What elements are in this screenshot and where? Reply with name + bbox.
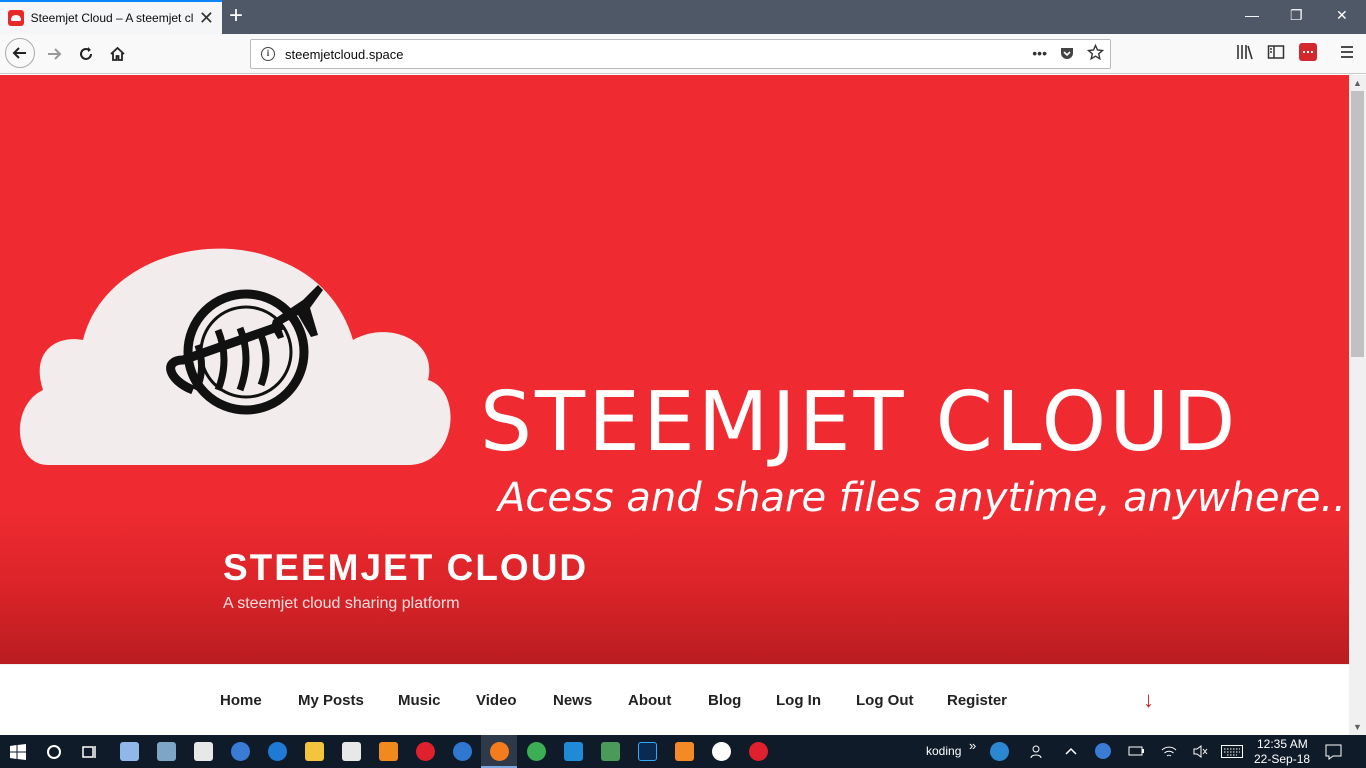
bookmark-star-icon[interactable] [1087, 44, 1104, 61]
menu-item-log-in[interactable]: Log In [776, 692, 821, 709]
scroll-up-icon[interactable]: ▲ [1349, 75, 1366, 91]
address-bar[interactable]: i steemjetcloud.space ••• [250, 39, 1111, 69]
site-description: A steemjet cloud sharing platform [223, 595, 460, 612]
xampp-icon[interactable] [675, 742, 694, 761]
header-hero-banner: STEEMJET CLOUD Acess and share files any… [0, 75, 1349, 664]
help-icon[interactable] [990, 742, 1009, 761]
main-navigation-menu: Home My Posts Music Video News About Blo… [0, 664, 1349, 735]
page-actions-icon[interactable]: ••• [1032, 45, 1047, 61]
windows-start-icon[interactable] [10, 744, 26, 760]
store-icon[interactable] [342, 742, 361, 761]
new-tab-button[interactable]: + [229, 3, 243, 29]
opera-gx-icon[interactable] [749, 742, 768, 761]
site-info-icon[interactable]: i [261, 47, 275, 61]
pocket-icon[interactable] [1059, 45, 1075, 61]
brand-tagline: Acess and share files anytime, anywhere.… [498, 475, 1346, 521]
clock-date[interactable]: 22-Sep-18 [1254, 752, 1310, 766]
arrow-right-icon [48, 48, 62, 60]
reload-icon [80, 47, 92, 60]
home-button[interactable] [103, 40, 131, 68]
menu-item-video[interactable]: Video [476, 692, 517, 709]
menu-item-home[interactable]: Home [220, 692, 262, 709]
chevron-up-icon[interactable] [1064, 745, 1078, 757]
scroll-down-icon[interactable]: ▼ [1349, 719, 1366, 735]
network-globe-icon[interactable] [231, 742, 250, 761]
firefox-icon[interactable] [490, 742, 509, 761]
extension-button[interactable] [1299, 43, 1317, 61]
browser-titlebar: Steemjet Cloud – A steemjet cl ✕ + — ❐ ✕ [0, 0, 1366, 34]
library-icon [1237, 45, 1253, 60]
wifi-icon[interactable] [1161, 744, 1177, 759]
forward-button[interactable] [40, 40, 68, 68]
sidebar-button[interactable] [1267, 44, 1285, 60]
navigation-toolbar: i steemjetcloud.space ••• [0, 34, 1366, 74]
cloud-logo-icon [19, 248, 451, 465]
mail-icon[interactable] [194, 742, 213, 761]
notepad-icon[interactable] [120, 742, 139, 761]
task-view-icon[interactable] [81, 744, 98, 760]
site-favicon-icon [8, 10, 24, 26]
keyboard-icon[interactable] [1221, 745, 1243, 758]
home-icon [109, 46, 125, 61]
page-scrollbar[interactable]: ▲ ▼ [1349, 75, 1366, 735]
photoshop-icon[interactable] [638, 742, 657, 761]
brand-logo-text: STEEMJET CLOUD [480, 375, 1239, 470]
tray-app-icon[interactable] [1095, 743, 1111, 759]
vlc-icon[interactable] [379, 742, 398, 761]
arrow-left-icon [12, 47, 26, 59]
menu-item-register[interactable]: Register [947, 692, 1007, 709]
photo-viewer-icon[interactable] [601, 742, 620, 761]
minimize-button[interactable]: — [1245, 7, 1259, 23]
site-title[interactable]: STEEMJET CLOUD [223, 547, 588, 589]
toolbar-expand-icon[interactable]: » [969, 738, 976, 753]
menu-item-music[interactable]: Music [398, 692, 441, 709]
reload-button[interactable] [72, 40, 100, 68]
menu-item-about[interactable]: About [628, 692, 671, 709]
url-text[interactable]: steemjetcloud.space [285, 47, 404, 62]
tab-close-button[interactable]: ✕ [199, 9, 214, 27]
chrome-icon[interactable] [527, 742, 546, 761]
media-app-icon[interactable] [712, 742, 731, 761]
menu-item-my-posts[interactable]: My Posts [298, 692, 364, 709]
scroll-down-arrow-icon[interactable]: ↓ [1143, 687, 1154, 713]
menu-item-log-out[interactable]: Log Out [856, 692, 913, 709]
sidebar-icon [1267, 45, 1285, 59]
notifications-icon[interactable] [1325, 744, 1342, 760]
close-window-button[interactable]: ✕ [1336, 7, 1348, 24]
taskbar-toolbar-label[interactable]: koding [926, 744, 961, 758]
back-button[interactable] [5, 38, 35, 68]
library-button[interactable] [1236, 44, 1254, 60]
firefox-dev-icon[interactable] [453, 742, 472, 761]
web-page: STEEMJET CLOUD Acess and share files any… [0, 75, 1349, 735]
browser-tab[interactable]: Steemjet Cloud – A steemjet cl ✕ [0, 0, 222, 34]
extension-icon [1299, 43, 1317, 61]
hamburger-menu-icon [1341, 46, 1353, 58]
edge-browser-icon[interactable] [268, 742, 287, 761]
opera-icon[interactable] [416, 742, 435, 761]
battery-icon[interactable] [1128, 745, 1145, 757]
windows-taskbar: koding » 12:35 AM 22-Sep-18 [0, 735, 1366, 768]
clock-time[interactable]: 12:35 AM [1257, 737, 1308, 751]
tab-title: Steemjet Cloud – A steemjet cl [30, 11, 194, 25]
vscode-icon[interactable] [564, 742, 583, 761]
restore-button[interactable]: ❐ [1290, 7, 1303, 24]
cortana-search-icon[interactable] [46, 744, 62, 760]
file-explorer-icon[interactable] [305, 742, 324, 761]
computer-icon[interactable] [157, 742, 176, 761]
menu-item-news[interactable]: News [553, 692, 592, 709]
scrollbar-thumb[interactable] [1351, 91, 1364, 357]
volume-muted-icon[interactable] [1192, 744, 1208, 759]
menu-item-blog[interactable]: Blog [708, 692, 741, 709]
people-icon[interactable] [1030, 744, 1046, 760]
menu-button[interactable] [1339, 44, 1355, 60]
